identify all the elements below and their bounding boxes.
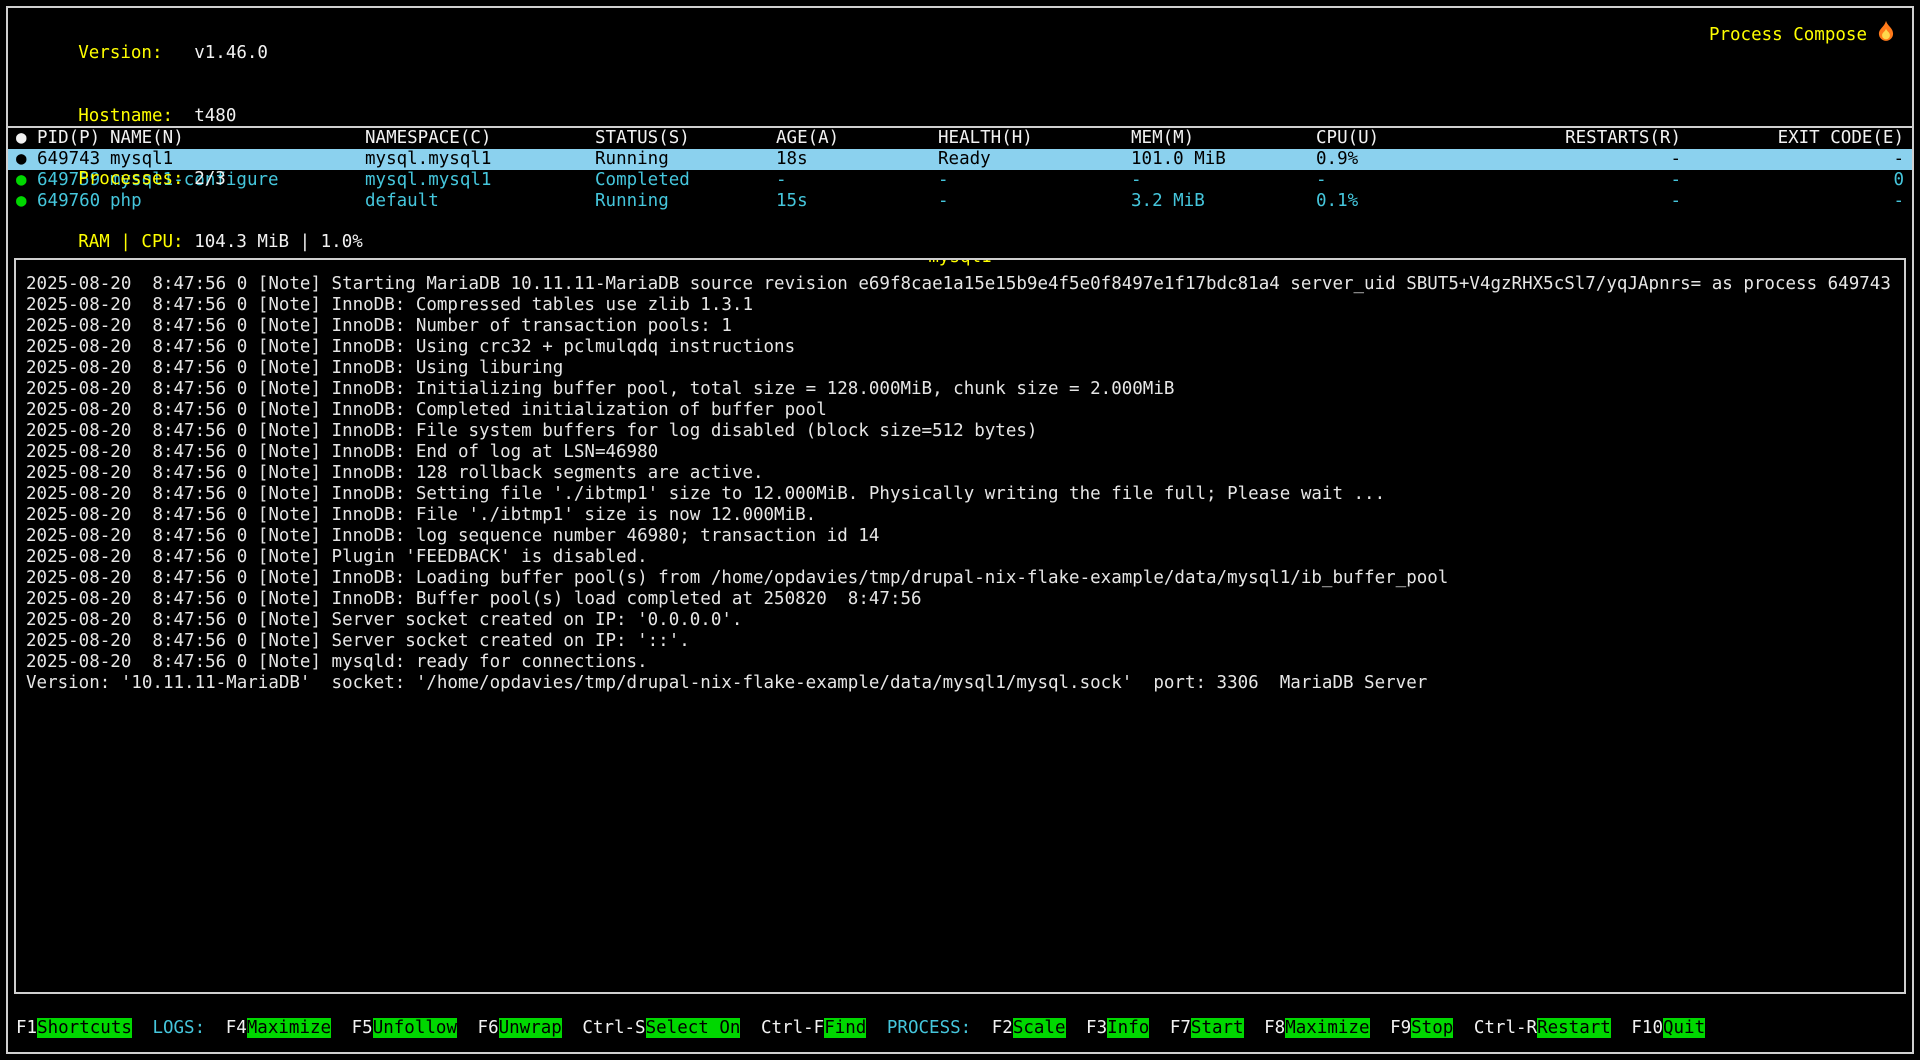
shortcut-label: Start [1191,1018,1244,1038]
shortcut-key: Ctrl-F [761,1018,824,1038]
log-line: 2025-08-20 8:47:56 0 [Note] InnoDB: 128 … [26,463,1896,484]
header-field-label: RAM | CPU: [78,232,194,253]
shortcut-f3-info[interactable]: F3Info [1086,1017,1149,1039]
shortcut-key: F4 [226,1018,247,1038]
log-line: 2025-08-20 8:47:56 0 [Note] InnoDB: Init… [26,379,1896,400]
shortcut-key: F5 [352,1018,373,1038]
shortcut-label: Shortcuts [37,1018,132,1038]
flame-icon [1876,20,1896,49]
process-compose-app: Version:v1.46.0 Hostname:t480 Processes:… [6,6,1914,1054]
log-line: 2025-08-20 8:47:56 0 [Note] InnoDB: Load… [26,568,1896,589]
shortcut-f8-maximize[interactable]: F8Maximize [1264,1017,1369,1039]
shortcut-label: Unwrap [499,1018,562,1038]
header-field-hostname: Hostname:t480 [15,85,1898,148]
log-line: 2025-08-20 8:47:56 0 [Note] mysqld: read… [26,652,1896,673]
header-field-version: Version:v1.46.0 [15,22,1898,85]
status-bar: F1Shortcuts LOGS: F4Maximize F5Unfollow … [8,1017,1912,1039]
shortcut-ctrl-f-find[interactable]: Ctrl-FFind [761,1017,866,1039]
shortcut-label: Find [824,1018,866,1038]
log-line: 2025-08-20 8:47:56 0 [Note] Plugin 'FEED… [26,547,1896,568]
header-field-value: 104.3 MiB | 1.0% [194,232,363,252]
app-title: Process Compose [1709,20,1896,49]
header-field-processes: Processes:2/3 [15,148,1898,211]
header-field-value: t480 [194,106,236,126]
header-field-value: v1.46.0 [194,43,268,63]
shortcut-label: Select On [646,1018,741,1038]
shortcut-key: F2 [992,1018,1013,1038]
log-line: 2025-08-20 8:47:56 0 [Note] InnoDB: Usin… [26,358,1896,379]
log-line: 2025-08-20 8:47:56 0 [Note] InnoDB: Sett… [26,484,1896,505]
shortcut-key: F1 [16,1018,37,1038]
shortcut-label: Unfollow [373,1018,457,1038]
shortcut-f2-scale[interactable]: F2Scale [992,1017,1066,1039]
header: Version:v1.46.0 Hostname:t480 Processes:… [8,8,1912,126]
shortcut-f1-shortcuts[interactable]: F1Shortcuts [16,1017,132,1039]
log-line: 2025-08-20 8:47:56 0 [Note] InnoDB: Comp… [26,400,1896,421]
shortcut-f7-start[interactable]: F7Start [1170,1017,1244,1039]
log-line: 2025-08-20 8:47:56 0 [Note] InnoDB: File… [26,421,1896,442]
log-line: 2025-08-20 8:47:56 0 [Note] InnoDB: Usin… [26,337,1896,358]
log-line: 2025-08-20 8:47:56 0 [Note] InnoDB: Numb… [26,316,1896,337]
log-line: 2025-08-20 8:47:56 0 [Note] InnoDB: Comp… [26,295,1896,316]
shortcut-key: F10 [1631,1018,1663,1038]
log-line: 2025-08-20 8:47:56 0 [Note] InnoDB: Buff… [26,589,1896,610]
shortcut-key: Ctrl-S [582,1018,645,1038]
shortcut-label: Info [1107,1018,1149,1038]
status-bar-section-logs: LOGS: [152,1017,205,1039]
shortcut-ctrl-s-select-on[interactable]: Ctrl-SSelect On [582,1017,740,1039]
status-bar-section-process: PROCESS: [887,1017,971,1039]
log-line: 2025-08-20 8:47:56 0 [Note] InnoDB: File… [26,505,1896,526]
shortcut-key: F6 [478,1018,499,1038]
shortcut-label: Stop [1411,1018,1453,1038]
shortcut-label: Maximize [247,1018,331,1038]
shortcut-label: Scale [1013,1018,1066,1038]
shortcut-f6-unwrap[interactable]: F6Unwrap [478,1017,562,1039]
log-line: 2025-08-20 8:47:56 0 [Note] Server socke… [26,610,1896,631]
header-field-label: Processes: [78,169,194,190]
shortcut-key: F8 [1264,1018,1285,1038]
log-panel[interactable]: mysql1 2025-08-20 8:47:56 0 [Note] Start… [14,258,1906,994]
shortcut-f10-quit[interactable]: F10Quit [1631,1017,1705,1039]
log-line: Version: '10.11.11-MariaDB' socket: '/ho… [26,673,1896,694]
shortcut-key: F7 [1170,1018,1191,1038]
app-title-text: Process Compose [1709,23,1867,47]
log-line: 2025-08-20 8:47:56 0 [Note] InnoDB: log … [26,526,1896,547]
log-line: 2025-08-20 8:47:56 0 [Note] InnoDB: End … [26,442,1896,463]
header-field-label: Version: [78,43,194,64]
shortcut-key: F3 [1086,1018,1107,1038]
log-line: 2025-08-20 8:47:56 0 [Note] Starting Mar… [26,274,1896,295]
log-panel-title: mysql1 [927,258,992,267]
header-field-value: 2/3 [194,169,226,189]
shortcut-key: F9 [1390,1018,1411,1038]
shortcut-f4-maximize[interactable]: F4Maximize [226,1017,331,1039]
shortcut-f9-stop[interactable]: F9Stop [1390,1017,1453,1039]
shortcut-label: Maximize [1285,1018,1369,1038]
shortcut-label: Quit [1663,1018,1705,1038]
shortcut-key: Ctrl-R [1474,1018,1537,1038]
shortcut-label: Restart [1537,1018,1611,1038]
shortcut-ctrl-r-restart[interactable]: Ctrl-RRestart [1474,1017,1611,1039]
log-line: 2025-08-20 8:47:56 0 [Note] Server socke… [26,631,1896,652]
header-field-label: Hostname: [78,106,194,127]
shortcut-f5-unfollow[interactable]: F5Unfollow [352,1017,457,1039]
